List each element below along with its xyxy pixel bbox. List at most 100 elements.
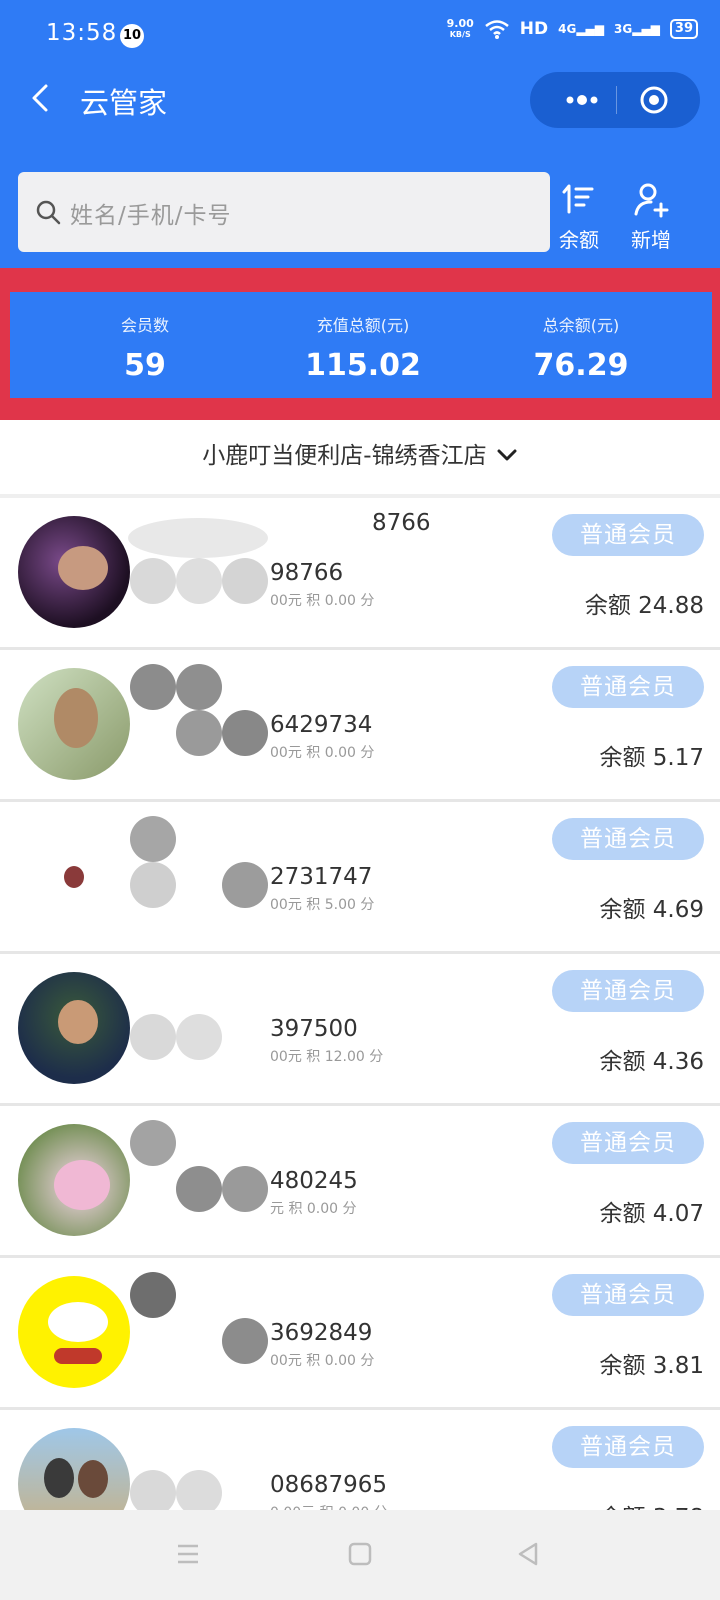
stat-member-count: 会员数 59 [28,292,262,383]
privacy-mask [222,1318,268,1364]
avatar [18,1124,130,1236]
member-row[interactable]: 397500 00元 积 12.00 分 普通会员 余额 4.36 [0,954,720,1106]
privacy-mask [130,664,176,710]
privacy-mask [130,1120,176,1166]
member-phone: 2731747 [270,864,373,890]
member-list: 8766 98766 00元 积 0.00 分 普通会员 余额 24.88 64… [0,498,720,1562]
signal-4g-label: 4G [558,22,577,36]
stat-total-balance: 总余额(元) 76.29 [464,292,698,383]
nav-bar: 云管家 [0,68,720,130]
privacy-mask [222,1166,268,1212]
store-name: 小鹿叮当便利店-锦绣香江店 [202,443,487,469]
stats-card: 会员数 59 充值总额(元) 115.02 总余额(元) 76.29 [10,292,712,398]
member-phone: 480245 [270,1168,358,1194]
notification-count-badge: 10 [120,24,144,48]
member-level-badge: 普通会员 [552,514,704,556]
member-row[interactable]: 3692849 00元 积 0.00 分 普通会员 余额 3.81 [0,1258,720,1410]
privacy-mask [130,862,176,908]
member-row[interactable]: 6429734 00元 积 0.00 分 普通会员 余额 5.17 [0,650,720,802]
member-balance: 余额 5.17 [599,745,704,771]
stat-recharge-total: 充值总额(元) 115.02 [246,292,480,383]
net-speed: 9.00 KB/S [447,18,474,40]
sort-by-balance-button[interactable]: 余额 [544,176,614,256]
status-icons: 9.00 KB/S HD 4G▂▄▆ 3G▂▄▆ 39 [447,18,698,40]
privacy-mask [176,664,222,710]
stat-label: 会员数 [120,316,169,335]
net-speed-unit: KB/S [449,30,471,39]
member-points: 元 积 0.00 分 [270,1201,357,1217]
member-level-badge: 普通会员 [552,970,704,1012]
stat-value: 76.29 [533,348,629,383]
store-selector[interactable]: 小鹿叮当便利店-锦绣香江店 [0,420,720,494]
member-row[interactable]: 2731747 00元 积 5.00 分 普通会员 余额 4.69 [0,802,720,954]
member-balance: 余额 24.88 [584,593,704,619]
stat-label: 充值总额(元) [316,316,410,335]
avatar [18,516,130,628]
member-points: 00元 积 0.00 分 [270,593,375,609]
member-balance: 余额 4.36 [599,1049,704,1075]
privacy-mask [222,710,268,756]
header: 13:58 10 9.00 KB/S HD 4G▂▄▆ 3G▂▄▆ 39 云管家 [0,0,720,268]
system-navigation-bar [0,1510,720,1600]
status-bar: 13:58 10 9.00 KB/S HD 4G▂▄▆ 3G▂▄▆ 39 [0,0,720,68]
privacy-mask [128,518,268,558]
avatar [18,1276,130,1388]
stat-value: 59 [124,348,166,383]
member-phone: 6429734 [270,712,373,738]
member-points: 00元 积 0.00 分 [270,745,375,761]
back-triangle-icon[interactable] [510,1536,546,1572]
sort-icon [562,184,594,214]
add-label: 新增 [631,228,671,252]
capsule-divider [616,86,617,114]
avatar [18,668,130,780]
wifi-icon [484,20,509,39]
member-level-badge: 普通会员 [552,1426,704,1468]
privacy-mask [176,1166,222,1212]
page-title: 云管家 [80,86,168,120]
member-level-badge: 普通会员 [552,1274,704,1316]
privacy-mask [176,1014,222,1060]
hd-label: HD [519,19,549,39]
search-icon [36,200,61,225]
member-level-badge: 普通会员 [552,1122,704,1164]
privacy-mask [130,1272,176,1318]
battery-icon: 39 [669,19,698,39]
back-icon[interactable] [24,80,60,116]
member-balance: 余额 3.81 [599,1353,704,1379]
add-member-button[interactable]: 新增 [616,176,686,256]
member-phone: 3692849 [270,1320,373,1346]
member-points: 00元 积 0.00 分 [270,1353,375,1369]
signal-4g-icon: 4G▂▄▆ [558,22,605,36]
privacy-mask [130,816,176,862]
privacy-mask [130,558,176,604]
privacy-mask [176,558,222,604]
signal-3g-icon: 3G▂▄▆ [614,22,660,36]
member-balance: 余额 4.69 [599,897,704,923]
close-target-icon[interactable] [638,84,670,116]
status-time: 13:58 [46,20,118,46]
net-speed-value: 9.00 [446,17,474,30]
privacy-mask [222,558,268,604]
more-icon[interactable] [552,86,612,114]
member-row[interactable]: 8766 98766 00元 积 0.00 分 普通会员 余额 24.88 [0,498,720,650]
member-name-tail: 8766 [372,510,431,536]
member-row[interactable]: 480245 元 积 0.00 分 普通会员 余额 4.07 [0,1106,720,1258]
chevron-down-icon [497,449,517,461]
member-phone: 98766 [270,560,344,586]
member-level-badge: 普通会员 [552,666,704,708]
sort-label: 余额 [559,228,599,252]
search-input[interactable]: 姓名/手机/卡号 [18,172,550,252]
member-phone: 08687965 [270,1472,388,1498]
mini-program-capsule [530,72,700,128]
member-phone: 397500 [270,1016,358,1042]
avatar [18,972,130,1084]
privacy-mask [130,1014,176,1060]
stat-value: 115.02 [305,348,421,383]
stat-label: 总余额(元) [542,316,620,335]
menu-icon[interactable] [170,1536,206,1572]
search-placeholder: 姓名/手机/卡号 [70,203,232,229]
member-balance: 余额 4.07 [599,1201,704,1227]
avatar [18,820,130,932]
member-level-badge: 普通会员 [552,818,704,860]
home-icon[interactable] [342,1536,378,1572]
